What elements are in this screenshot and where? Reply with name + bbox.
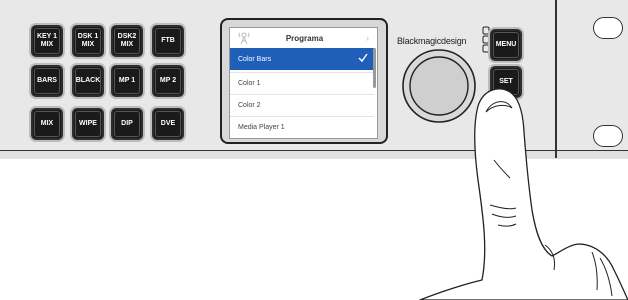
panel-bottom-edge [0,150,628,159]
dip-label: DIP [114,111,140,137]
chevron-right-icon[interactable]: › [366,33,369,43]
bars-button[interactable]: BARS [31,65,63,97]
dve-label: DVE [155,111,181,137]
list-item-color-1[interactable]: Color 1 [230,72,374,94]
set-label: SET [493,69,519,95]
dsk2-mix-button[interactable]: DSK2 MIX [111,25,143,57]
mp2-label: MP 2 [155,68,181,94]
dsk2-mix-label: DSK2 MIX [114,28,140,54]
wipe-label: WIPE [75,111,101,137]
mp1-button[interactable]: MP 1 [111,65,143,97]
rack-ear-divider [555,0,557,158]
brand-logo: Blackmagicdesign [397,36,467,46]
list-item-color-2[interactable]: Color 2 [230,94,374,116]
list-item-label: Media Player 1 [238,124,285,131]
menu-button[interactable]: MENU [490,29,522,61]
lcd-header: Programa › [230,28,377,48]
rack-mount-hole-bottom [593,125,623,147]
rack-mount-hole-top [593,17,623,39]
ftb-label: FTB [155,28,181,54]
mp1-label: MP 1 [114,68,140,94]
dve-button[interactable]: DVE [152,108,184,140]
mix-label: MIX [34,111,60,137]
checkmark-icon [358,53,368,63]
control-knob[interactable] [401,48,477,124]
list-item-label: Color 2 [238,102,261,109]
lcd-title: Programa [285,34,324,43]
black-label: BLACK [75,68,101,94]
menu-label: MENU [493,32,519,58]
mix-button[interactable]: MIX [31,108,63,140]
dip-button[interactable]: DIP [111,108,143,140]
wipe-button[interactable]: WIPE [72,108,104,140]
key1-mix-button[interactable]: KEY 1 MIX [31,25,63,57]
list-item-label: Color Bars [238,55,272,63]
black-button[interactable]: BLACK [72,65,104,97]
lcd-scrollbar[interactable] [373,48,376,88]
brand-logo-mark-icon [482,26,490,53]
hardware-panel-illustration: KEY 1 MIX DSK 1 MIX DSK2 MIX FTB BARS BL… [0,0,628,300]
dsk1-mix-button[interactable]: DSK 1 MIX [72,25,104,57]
ftb-button[interactable]: FTB [152,25,184,57]
list-item-color-bars[interactable]: Color Bars [230,48,374,70]
dsk1-mix-label: DSK 1 MIX [75,28,101,54]
mp2-button[interactable]: MP 2 [152,65,184,97]
bars-label: BARS [34,68,60,94]
list-item-media-player-1[interactable]: Media Player 1 [230,116,374,138]
key1-mix-label: KEY 1 MIX [34,28,60,54]
list-item-label: Color 1 [238,80,261,87]
set-button[interactable]: SET [490,66,522,98]
lcd-screen: Programa › Color Bars Color 1 Color 2 Me… [229,27,378,139]
